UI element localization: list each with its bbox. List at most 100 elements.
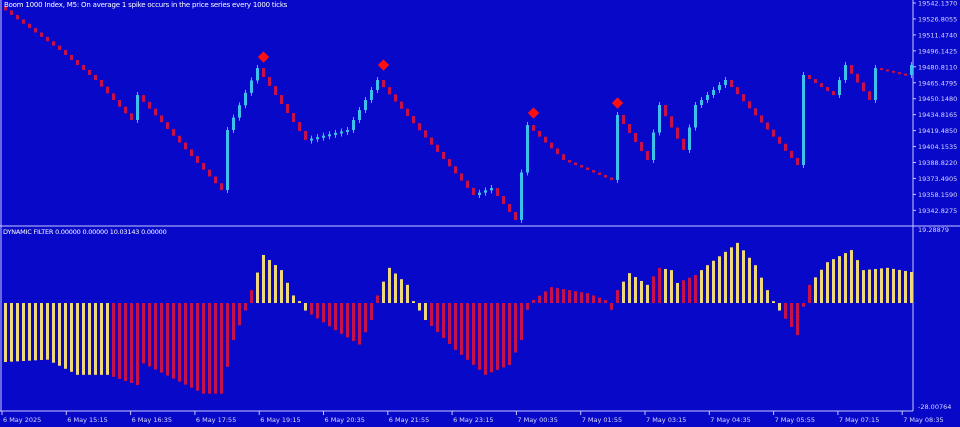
- candle-down: [862, 82, 865, 92]
- histogram-bar: [664, 268, 667, 303]
- candle-down: [598, 172, 601, 176]
- histogram-bar: [40, 303, 43, 361]
- histogram-bar: [820, 269, 823, 303]
- histogram-bar: [340, 303, 343, 334]
- candle-down: [118, 99, 121, 107]
- candle-down: [604, 175, 607, 178]
- histogram-bar: [550, 287, 553, 303]
- time-label: 7 May 08:35: [903, 416, 943, 424]
- histogram-bar: [418, 303, 421, 311]
- histogram-bar: [562, 289, 565, 303]
- histogram-bar: [778, 303, 781, 311]
- candle-up: [526, 125, 529, 173]
- candle-down: [904, 73, 907, 76]
- candle-down: [538, 130, 541, 137]
- histogram-bar: [580, 292, 583, 303]
- histogram-bar: [328, 303, 331, 327]
- chart-canvas[interactable]: 19542.1370 19526.8055 19511.4740 19496.1425…: [0, 0, 960, 427]
- histogram-bar: [724, 251, 727, 303]
- histogram-bar: [208, 303, 211, 394]
- candle-up: [352, 120, 355, 131]
- candle-down: [514, 211, 517, 220]
- candle-down: [16, 14, 19, 20]
- candle-down: [664, 105, 667, 117]
- histogram-bar: [460, 303, 463, 355]
- candle-down: [430, 137, 433, 145]
- candle-down: [418, 123, 421, 131]
- candle-down: [58, 45, 61, 50]
- candle-down: [196, 156, 199, 163]
- candle-down: [304, 131, 307, 141]
- candle-down: [766, 122, 769, 130]
- time-label: 6 May 16:35: [132, 416, 172, 424]
- candle-down: [628, 123, 631, 134]
- histogram-bar: [232, 303, 235, 341]
- histogram-bar: [100, 303, 103, 375]
- histogram-bar: [508, 303, 511, 365]
- histogram-bar: [760, 277, 763, 303]
- price-label: 19526.8055: [918, 15, 957, 23]
- candle-down: [412, 115, 415, 124]
- histogram-bar: [592, 295, 595, 303]
- histogram-bar: [610, 303, 613, 310]
- candle-down: [160, 115, 163, 123]
- candle-down: [382, 79, 385, 88]
- histogram-bar: [712, 260, 715, 303]
- histogram-bar: [202, 303, 205, 394]
- candle-down: [112, 93, 115, 100]
- histogram-bar: [454, 303, 457, 350]
- histogram-bar: [898, 269, 901, 303]
- histogram-bar: [10, 303, 13, 362]
- candle-down: [442, 151, 445, 160]
- histogram-bar: [844, 253, 847, 303]
- candle-down: [532, 125, 535, 131]
- candle-down: [634, 133, 637, 143]
- histogram-bar: [574, 291, 577, 303]
- candle-down: [502, 195, 505, 204]
- histogram-bar: [292, 295, 295, 303]
- candle-down: [130, 113, 133, 120]
- candle-up: [136, 95, 139, 120]
- histogram-bar: [730, 247, 733, 303]
- candle-up: [478, 192, 481, 196]
- histogram-bar: [172, 303, 175, 379]
- histogram-bar: [298, 301, 301, 303]
- candle-down: [790, 150, 793, 158]
- histogram-bar: [796, 303, 799, 336]
- candle-down: [142, 95, 145, 102]
- candle-down: [778, 136, 781, 144]
- candle-up: [232, 117, 235, 131]
- histogram-bar: [184, 303, 187, 385]
- histogram-bar: [880, 268, 883, 303]
- candle-down: [70, 54, 73, 60]
- histogram-bar: [490, 303, 493, 373]
- candle-up: [706, 95, 709, 101]
- candle-down: [286, 104, 289, 114]
- histogram-bar: [436, 303, 439, 332]
- candle-up: [802, 75, 805, 166]
- candle-down: [676, 127, 679, 139]
- time-label: 7 May 04:35: [710, 416, 750, 424]
- candle-up: [490, 187, 493, 191]
- candle-down: [562, 154, 565, 161]
- histogram-bar: [634, 277, 637, 303]
- histogram-bar: [466, 303, 469, 360]
- candle-up: [376, 79, 379, 90]
- histogram-bar: [586, 293, 589, 303]
- time-label: 6 May 23:15: [453, 416, 493, 424]
- histogram-bar: [142, 303, 145, 364]
- histogram-bar: [28, 303, 31, 361]
- histogram-bar: [886, 267, 889, 303]
- candle-down: [856, 73, 859, 83]
- candle-down: [580, 165, 583, 168]
- histogram-bar: [334, 303, 337, 331]
- histogram-bar: [412, 301, 415, 303]
- candle-down: [460, 173, 463, 181]
- histogram-bar: [52, 303, 55, 363]
- histogram-bar: [94, 303, 97, 375]
- candle-up: [838, 80, 841, 96]
- candle-down: [772, 129, 775, 137]
- histogram-bar: [484, 303, 487, 375]
- candle-down: [796, 157, 799, 166]
- candle-up: [226, 130, 229, 191]
